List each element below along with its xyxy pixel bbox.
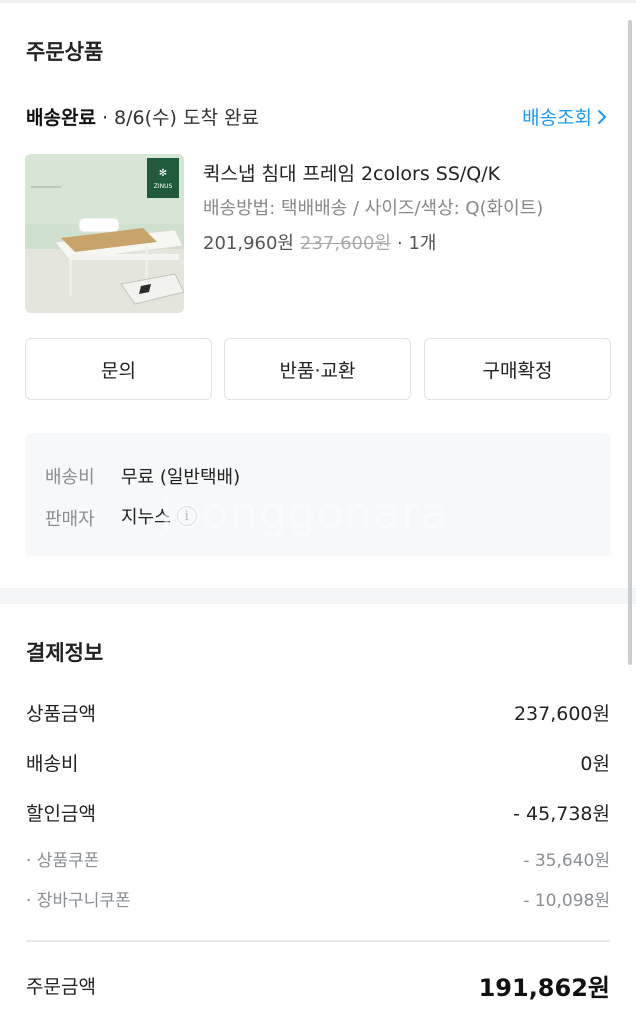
payment-row-value: 237,600원	[513, 703, 610, 725]
payment-subrow-value: - 35,640원	[523, 851, 610, 871]
product-thumbnail[interactable]: ✻ ZINUS	[25, 154, 184, 313]
payment-subrow-cart-coupon: · 장바구니쿠폰 - 10,098원	[26, 886, 610, 911]
payment-row-discount: 할인금액 - 45,738원	[26, 799, 610, 826]
shipping-fee-value: 무료 (일반택배)	[121, 463, 240, 489]
delivery-status: 배송완료 · 8/6(수) 도착 완료	[26, 103, 259, 130]
confirm-purchase-button[interactable]: 구매확정	[424, 338, 611, 400]
payment-section-title: 결제정보	[26, 641, 104, 665]
product-quantity: · 1개	[397, 233, 437, 254]
product-price: 201,960원	[203, 233, 294, 254]
seller-label: 판매자	[45, 509, 95, 530]
shipping-fee-label: 배송비	[45, 467, 95, 488]
scrollbar[interactable]	[628, 20, 632, 665]
payment-row-value: - 45,738원	[513, 803, 610, 825]
return-exchange-button[interactable]: 반품·교환	[224, 338, 411, 400]
product-option: 배송방법: 택배배송 / 사이즈/색상: Q(화이트)	[203, 198, 544, 219]
watermark: Joonggonara	[160, 488, 449, 539]
track-delivery-label: 배송조회	[522, 107, 592, 129]
svg-text:✻: ✻	[159, 168, 167, 179]
payment-row-label: 배송비	[26, 753, 79, 775]
product-name[interactable]: 퀵스냅 침대 프레임 2colors SS/Q/K	[203, 159, 500, 186]
order-total-label: 주문금액	[26, 976, 96, 998]
payment-divider	[26, 940, 610, 942]
delivery-status-label: 배송완료	[26, 107, 96, 129]
delivery-status-detail: · 8/6(수) 도착 완료	[95, 107, 259, 129]
payment-row-product-amount: 상품금액 237,600원	[26, 699, 610, 726]
order-total-row: 주문금액 191,862원	[26, 968, 610, 1003]
payment-subrow-value: - 10,098원	[523, 891, 610, 911]
payment-subrow-product-coupon: · 상품쿠폰 - 35,640원	[26, 846, 610, 871]
track-delivery-link[interactable]: 배송조회	[522, 103, 608, 130]
product-original-price: 237,600원	[300, 233, 391, 254]
payment-row-shipping: 배송비 0원	[26, 749, 610, 776]
inquiry-button[interactable]: 문의	[25, 338, 212, 400]
zinus-logo: ZINUS	[154, 183, 173, 190]
payment-row-label: 상품금액	[26, 703, 96, 725]
order-total-value: 191,862원	[478, 974, 610, 1002]
payment-row-value: 0원	[580, 753, 610, 775]
chevron-right-icon	[598, 109, 606, 124]
payment-subrow-label: · 장바구니쿠폰	[26, 891, 131, 911]
top-divider	[0, 0, 636, 3]
product-price-row: 201,960원 237,600원 · 1개	[203, 229, 436, 255]
payment-row-label: 할인금액	[26, 803, 96, 825]
shipping-fee-text: 무료 (일반택배)	[121, 467, 241, 488]
order-section-title: 주문상품	[26, 40, 104, 64]
bed-frame-image: ✻ ZINUS	[25, 154, 184, 313]
payment-subrow-label: · 상품쿠폰	[26, 851, 100, 871]
section-divider	[0, 588, 636, 604]
